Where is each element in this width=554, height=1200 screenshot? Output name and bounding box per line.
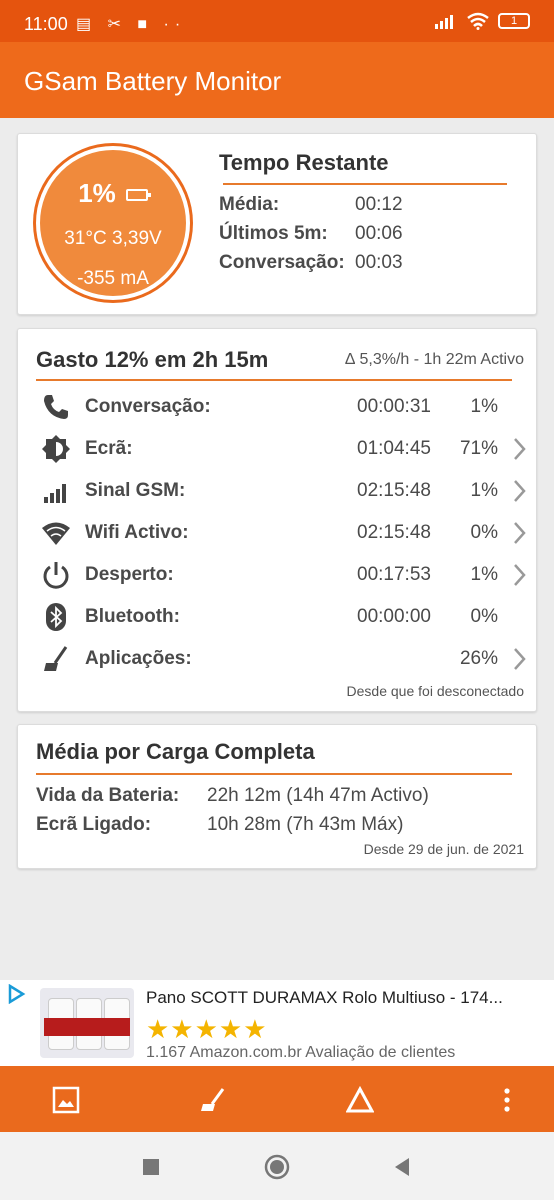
notification-icons: ▤ ✂ ■ ··	[76, 16, 187, 33]
ad-rating-count: 1.167 Amazon.com.br Avaliação de cliente…	[146, 1044, 456, 1061]
image-icon[interactable]	[52, 1086, 80, 1114]
remaining-time-card[interactable]: 1% 31°C 3,39V -355 mA Tempo Restante Méd…	[17, 133, 537, 315]
usage-row-gsm[interactable]: Sinal GSM: 02:15:48 1%	[18, 471, 538, 511]
status-right-icons: 1	[434, 12, 530, 30]
status-time: 11:00	[24, 14, 68, 34]
remaining-value-average: 00:12	[355, 194, 403, 215]
recents-square-icon[interactable]	[138, 1154, 164, 1180]
app-title: GSam Battery Monitor	[24, 66, 282, 96]
usage-row-awake[interactable]: Desperto: 00:17:53 1%	[18, 555, 538, 595]
usage-subtitle: ∆ 5,3%/h - 1h 22m Activo	[345, 351, 524, 368]
usage-row-apps[interactable]: Aplicações: 26%	[18, 639, 538, 679]
usage-percent: 1%	[470, 564, 498, 585]
average-footnote: Desde 29 de jun. de 2021	[363, 841, 524, 857]
remaining-value-last5m: 00:06	[355, 223, 403, 244]
ad-title[interactable]: Pano SCOTT DURAMAX Rolo Multiuso - 174..…	[146, 988, 503, 1008]
usage-footnote: Desde que foi desconectado	[346, 683, 524, 699]
remaining-label-talk: Conversação:	[219, 252, 345, 273]
usage-percent: 26%	[459, 648, 498, 669]
usage-card: Gasto 12% em 2h 15m ∆ 5,3%/h - 1h 22m Ac…	[17, 328, 537, 712]
usage-label: Desperto:	[85, 564, 174, 585]
bluetooth-icon	[46, 603, 66, 631]
usage-time: 01:04:45	[357, 438, 431, 459]
divider	[36, 773, 512, 775]
battery-life-value: 22h 12m (14h 47m Activo)	[207, 785, 429, 806]
usage-time: 02:15:48	[357, 480, 431, 501]
apps-broom-icon[interactable]	[199, 1086, 227, 1114]
power-icon	[43, 562, 69, 589]
usage-label: Ecrã:	[85, 438, 133, 459]
wifi-icon	[42, 522, 70, 545]
rating-stars: ★★★★★	[146, 1014, 268, 1044]
usage-row-wifi[interactable]: Wifi Activo: 02:15:48 0%	[18, 513, 538, 553]
status-bar: 11:00 ▤ ✂ ■ ·· 1	[0, 0, 554, 42]
usage-percent: 71%	[459, 438, 498, 459]
usage-percent: 0%	[470, 522, 498, 543]
chevron-right-icon	[514, 648, 526, 670]
usage-percent: 0%	[470, 606, 498, 627]
battery-gauge[interactable]: 1% 31°C 3,39V -355 mA	[36, 146, 190, 300]
chevron-right-icon	[514, 438, 526, 460]
usage-time: 00:00:31	[357, 396, 431, 417]
usage-time: 00:00:00	[357, 606, 431, 627]
remaining-value-talk: 00:03	[355, 252, 403, 273]
divider	[36, 379, 512, 381]
more-vert-icon[interactable]	[493, 1086, 521, 1114]
usage-row-bluetooth[interactable]: Bluetooth: 00:00:00 0%	[18, 597, 538, 637]
usage-time: 00:17:53	[357, 564, 431, 585]
bottom-toolbar	[0, 1066, 554, 1132]
usage-row-talk[interactable]: Conversação: 00:00:31 1%	[18, 387, 538, 427]
usage-title: Gasto 12% em 2h 15m	[36, 347, 269, 372]
chevron-right-icon	[514, 522, 526, 544]
battery-percent: 1%	[40, 178, 186, 209]
usage-percent: 1%	[470, 396, 498, 417]
chevron-right-icon	[514, 480, 526, 502]
usage-label: Wifi Activo:	[85, 522, 189, 543]
usage-time: 02:15:48	[357, 522, 431, 543]
average-per-charge-card: Média por Carga Completa Vida da Bateria…	[17, 724, 537, 869]
signal-icon	[435, 15, 453, 29]
usage-percent: 1%	[470, 480, 498, 501]
average-title: Média por Carga Completa	[36, 739, 315, 764]
remaining-label-average: Média:	[219, 194, 280, 215]
chevron-right-icon	[514, 564, 526, 586]
ad-banner[interactable]: Pano SCOTT DURAMAX Rolo Multiuso - 174..…	[0, 980, 554, 1066]
divider	[223, 183, 507, 185]
adchoices-icon[interactable]	[6, 984, 26, 1004]
usage-label: Aplicações:	[85, 648, 192, 669]
wifi-status-icon	[467, 12, 489, 30]
usage-label: Sinal GSM:	[85, 480, 186, 501]
back-triangle-icon[interactable]	[389, 1154, 415, 1180]
usage-row-screen[interactable]: Ecrã: 01:04:45 71%	[18, 429, 538, 469]
battery-status-icon: 1	[498, 13, 530, 29]
screen-brightness-icon	[42, 435, 70, 463]
app-bar: GSam Battery Monitor	[0, 42, 554, 118]
screen-on-label: Ecrã Ligado:	[36, 814, 152, 835]
ad-product-image[interactable]	[40, 988, 134, 1058]
temp-voltage: 31°C 3,39V	[64, 228, 162, 249]
system-nav-bar	[0, 1132, 554, 1200]
remaining-time-title: Tempo Restante	[219, 150, 389, 175]
home-circle-icon[interactable]	[264, 1154, 290, 1180]
usage-label: Conversação:	[85, 396, 211, 417]
battery-icon	[125, 189, 151, 202]
current-draw: -355 mA	[77, 268, 149, 289]
phone-icon	[44, 395, 68, 419]
battery-life-label: Vida da Bateria:	[36, 785, 180, 806]
screen-on-value: 10h 28m (7h 43m Máx)	[207, 814, 404, 835]
delta-icon[interactable]	[346, 1086, 374, 1114]
remaining-label-last5m: Últimos 5m:	[219, 223, 328, 244]
apps-broom-icon	[44, 646, 68, 671]
usage-label: Bluetooth:	[85, 606, 180, 627]
signal-bars-icon	[44, 484, 66, 503]
